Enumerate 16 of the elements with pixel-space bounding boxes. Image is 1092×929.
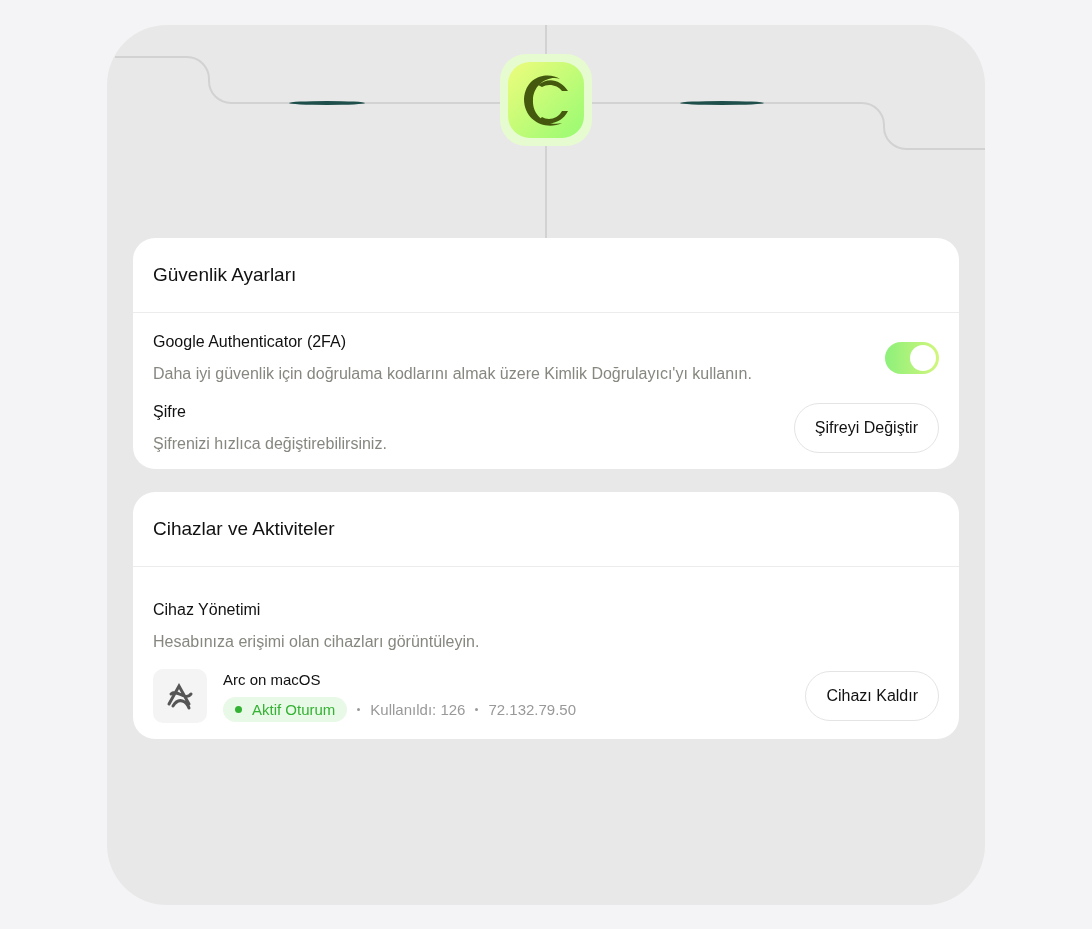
- card-title: Güvenlik Ayarları: [153, 264, 297, 285]
- status-badge: Aktif Oturum: [223, 696, 348, 722]
- setting-description: Daha iyi güvenlik için doğrulama kodlarını almak üzere Kimlik Doğrulayıcı'yı kullanın.: [153, 365, 752, 383]
- remove-device-button[interactable]: Cihazı Kaldır: [805, 671, 939, 721]
- setting-description: Şifrenizi hızlıca değiştirebilirsiniz.: [153, 435, 387, 453]
- usage-count: Kullanıldı: 126: [370, 700, 466, 718]
- device-name: Arc on macOS: [223, 670, 322, 688]
- ip-address: 72.132.79.50: [488, 700, 577, 718]
- section-description: Hesabınıza erişimi olan cihazları görüntüleyin.: [153, 633, 481, 651]
- section-title: Cihaz Yönetimi: [153, 601, 262, 619]
- setting-label: Şifre: [153, 403, 187, 421]
- toggle-switch[interactable]: [885, 342, 939, 374]
- setting-label: Google Authenticator (2FA): [153, 333, 347, 351]
- card-title: Cihazlar ve Aktiviteler: [153, 518, 335, 539]
- squiggle-icon: [165, 682, 195, 710]
- change-password-button[interactable]: Şifreyi Değiştir: [793, 403, 939, 453]
